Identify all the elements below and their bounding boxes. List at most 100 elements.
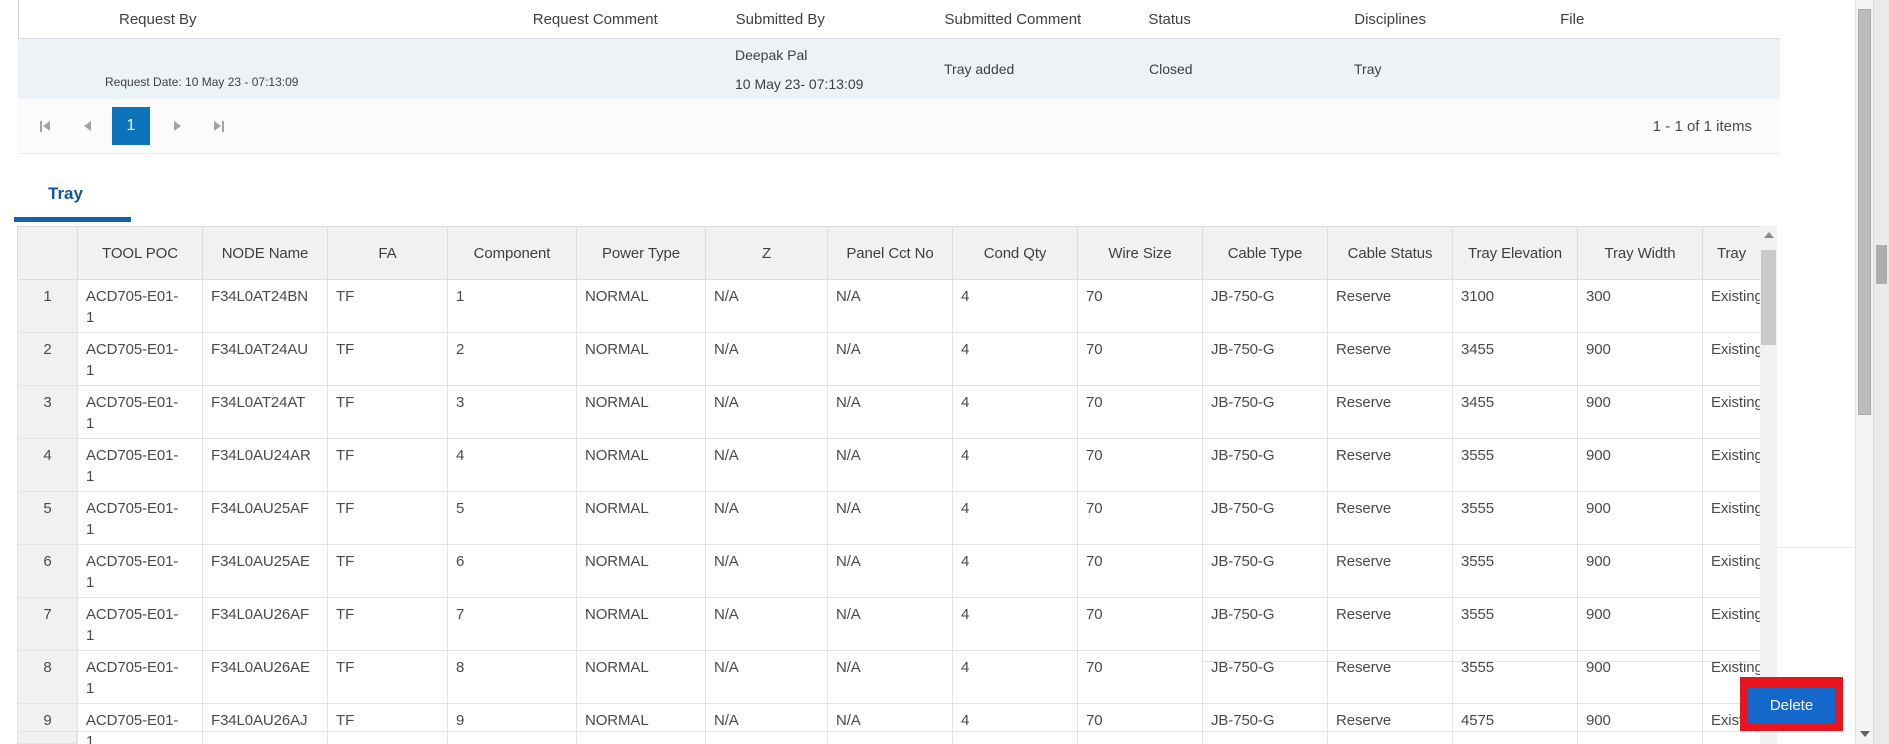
panel-vertical-scrollbar	[1855, 0, 1873, 744]
grid-cell: JB-750-G	[1202, 438, 1328, 492]
grid-row[interactable]: 1 ACD705-E01-1 F34L0AT24BN TF 1 NORMAL N/A N/A 4…	[17, 279, 1760, 333]
grid-cell: 70	[1077, 544, 1203, 598]
pager-previous-page-button[interactable]	[72, 111, 102, 141]
grid-cell: ACD705-E01-1	[77, 279, 203, 333]
grid-cell: NORMAL	[576, 332, 706, 386]
grid-cell: N/A	[827, 544, 953, 598]
grid-cell: 70	[1077, 279, 1203, 333]
request-table-row[interactable]: Request Date: 10 May 23 - 07:13:09 Deepa…	[18, 39, 1780, 100]
grid-cell: Reserve	[1327, 597, 1453, 651]
grid-cell: 4	[952, 385, 1078, 439]
grid-row[interactable]: 3 ACD705-E01-1 F34L0AT24AT TF 3 NORMAL N/A N/A 4…	[17, 385, 1760, 439]
tab-tray[interactable]: Tray	[48, 184, 83, 204]
disciplines-header: Disciplines	[1354, 10, 1426, 28]
grid-cell: 900	[1577, 438, 1703, 492]
grid-cell: JB-750-G	[1202, 491, 1328, 545]
grid-row[interactable]: 7 ACD705-E01-1 F34L0AU26AF TF 7 NORMAL N/A N/A 4…	[17, 597, 1760, 651]
grid-cell: 900	[1577, 332, 1703, 386]
grid-cell: 3555	[1452, 491, 1578, 545]
grid-col-header-tray: Tray	[1702, 226, 1760, 280]
grid-row[interactable]: 2 ACD705-E01-1 F34L0AT24AU TF 2 NORMAL N/A N/A 4…	[17, 332, 1760, 386]
pager-last-page-button[interactable]	[204, 111, 234, 141]
grid-col-header-node-name: NODE Name	[202, 226, 328, 280]
pager-first-page-button[interactable]	[30, 111, 60, 141]
grid-cell: F34L0AT24BN	[202, 279, 328, 333]
grid-row[interactable]: 8 ACD705-E01-1 F34L0AU26AE TF 8 NORMAL N/A N/A 4…	[17, 650, 1760, 704]
grid-cell: N/A	[827, 703, 953, 744]
file-header: File	[1560, 10, 1585, 28]
grid-cell: N/A	[705, 597, 828, 651]
grid-cell: 3455	[1452, 385, 1578, 439]
grid-cell: ACD705-E01-1	[77, 544, 203, 598]
file-value	[1555, 39, 1780, 99]
grid-row[interactable]: 4 ACD705-E01-1 F34L0AU24AR TF 4 NORMAL N/A N/A 4…	[17, 438, 1760, 492]
grid-row-number: 3	[17, 385, 78, 439]
grid-row[interactable]: 5 ACD705-E01-1 F34L0AU25AF TF 5 NORMAL N/A N/A 4…	[17, 491, 1760, 545]
grid-row[interactable]: 6 ACD705-E01-1 F34L0AU25AE TF 6 NORMAL N/A N/A 4…	[17, 544, 1760, 598]
grid-row[interactable]: 9 ACD705-E01-1 F34L0AU26AJ TF 9 NORMAL N/A N/A 4…	[17, 703, 1760, 744]
grid-cell: NORMAL	[576, 279, 706, 333]
grid-cell: 5	[447, 491, 577, 545]
pager-items-info: 1 - 1 of 1 items	[1652, 117, 1752, 135]
grid-cell: TF	[327, 385, 448, 439]
first-page-icon	[40, 120, 42, 132]
grid-cell: 900	[1577, 385, 1703, 439]
last-page-icon	[214, 121, 221, 131]
delete-button[interactable]: Delete	[1748, 687, 1835, 723]
delete-button-highlight: Delete	[1740, 677, 1843, 731]
request-table-header-row: Request By Request Comment Submitted By …	[18, 0, 1780, 39]
grid-cell: N/A	[705, 385, 828, 439]
grid-cell: 4	[952, 650, 1078, 704]
grid-cell: 3555	[1452, 544, 1578, 598]
grid-cell: JB-750-G	[1202, 279, 1328, 333]
pager-current-page[interactable]: 1	[112, 107, 150, 145]
grid-col-header-panel-cct-no: Panel Cct No	[827, 226, 953, 280]
grid-row-number: 8	[17, 650, 78, 704]
grid-cell: 6	[447, 544, 577, 598]
pager-next-page-button[interactable]	[162, 111, 192, 141]
grid-cell: NORMAL	[576, 385, 706, 439]
grid-cell: 70	[1077, 491, 1203, 545]
grid-cell: Reserve	[1327, 332, 1453, 386]
grid-cell: Existing	[1702, 597, 1760, 651]
scroll-down-icon	[1859, 731, 1870, 737]
grid-cell: 70	[1077, 650, 1203, 704]
panel-scrollbar-thumb[interactable]	[1858, 9, 1871, 415]
submitted-comment-header: Submitted Comment	[944, 10, 1082, 28]
grid-cell: Existing	[1702, 279, 1760, 333]
grid-cell: NORMAL	[576, 544, 706, 598]
grid-cell: N/A	[827, 491, 953, 545]
grid-cell: 70	[1077, 597, 1203, 651]
grid-cell: 70	[1077, 385, 1203, 439]
grid-scrollbar-thumb[interactable]	[1761, 250, 1776, 345]
grid-cell: NORMAL	[576, 491, 706, 545]
right-panel-divider	[1777, 547, 1855, 548]
grid-cell: N/A	[827, 650, 953, 704]
grid-cell: 1	[447, 279, 577, 333]
grid-cell: F34L0AT24AU	[202, 332, 328, 386]
grid-col-header-fa: FA	[327, 226, 448, 280]
grid-cell: TF	[327, 650, 448, 704]
grid-cell: Existing	[1702, 332, 1760, 386]
grid-row-number: 1	[17, 279, 78, 333]
grid-cell: N/A	[705, 279, 828, 333]
grid-cell: N/A	[705, 544, 828, 598]
grid-cell: JB-750-G	[1202, 650, 1328, 704]
grid-cell: TF	[327, 332, 448, 386]
grid-scroll-up-button[interactable]	[1760, 226, 1777, 244]
browser-scrollbar-thumb[interactable]	[1876, 245, 1887, 284]
grid-cell: ACD705-E01-1	[77, 650, 203, 704]
browser-vertical-scrollbar	[1873, 0, 1889, 744]
grid-cell: 3455	[1452, 332, 1578, 386]
submitted-by-name: Deepak Pal	[735, 46, 808, 63]
grid-cell: 4	[952, 491, 1078, 545]
grid-cell: TF	[327, 491, 448, 545]
grid-cell: F34L0AU25AE	[202, 544, 328, 598]
grid-cell: NORMAL	[576, 650, 706, 704]
grid-cell: N/A	[705, 650, 828, 704]
grid-cell: N/A	[705, 332, 828, 386]
grid-cell: 4	[952, 703, 1078, 744]
panel-scroll-down-button[interactable]	[1856, 726, 1873, 742]
grid-cell: 3555	[1452, 597, 1578, 651]
grid-cell: NORMAL	[576, 703, 706, 744]
